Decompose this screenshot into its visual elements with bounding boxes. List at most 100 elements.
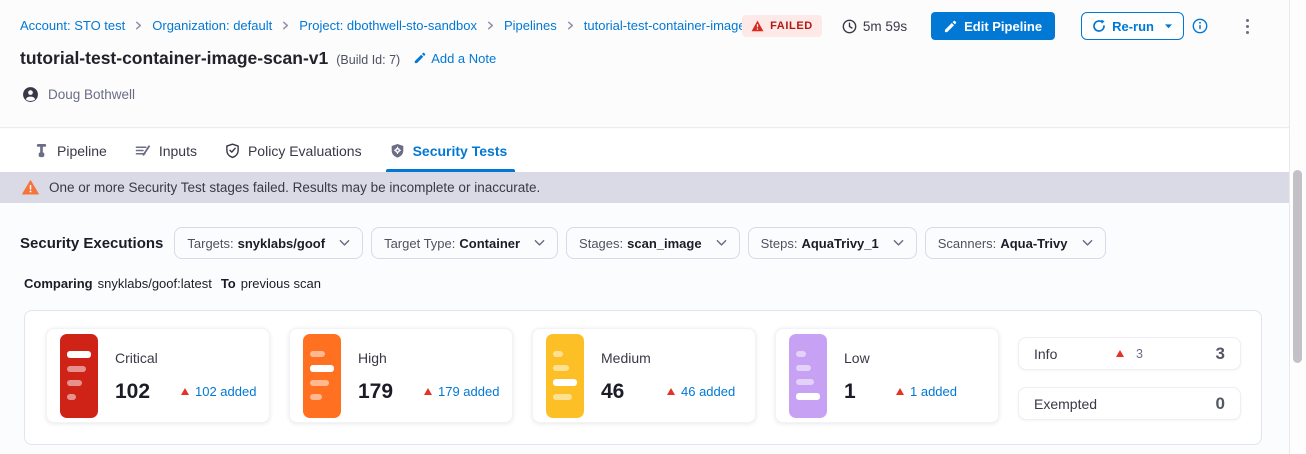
warning-banner: One or more Security Test stages failed.… <box>0 172 1289 203</box>
pipeline-icon <box>34 143 49 158</box>
scrollbar-thumb[interactable] <box>1293 170 1302 363</box>
more-options-button[interactable] <box>1240 15 1255 38</box>
header-actions: FAILED 5m 59s Edit Pipeline Re-run <box>742 12 1255 40</box>
tab-inputs[interactable]: Inputs <box>135 129 197 172</box>
breadcrumb-project[interactable]: Project: dbothwell-sto-sandbox <box>299 18 477 33</box>
filter-label: Targets: <box>187 236 233 251</box>
pencil-icon <box>414 52 426 64</box>
severity-delta: 102 added <box>181 384 256 399</box>
filter-scanners[interactable]: Scanners: Aqua-Trivy <box>925 227 1106 259</box>
security-tests-content: Security Executions Targets: snyklabs/go… <box>0 203 1289 454</box>
inputs-icon <box>135 143 151 158</box>
severity-card-low: Low 1 1 added <box>775 328 999 423</box>
warning-triangle-icon <box>22 180 39 195</box>
status-badge-label: FAILED <box>770 20 813 32</box>
triangle-up-icon <box>181 388 189 395</box>
duration: 5m 59s <box>842 19 907 34</box>
breadcrumb-organization[interactable]: Organization: default <box>152 18 272 33</box>
severity-label: High <box>358 350 499 366</box>
chevron-right-icon <box>281 21 290 30</box>
filter-value: snyklabs/goof <box>238 236 325 251</box>
exempted-count: 0 <box>1216 394 1225 414</box>
triangle-up-icon <box>667 388 675 395</box>
chevron-right-icon <box>134 21 143 30</box>
chevron-down-icon <box>893 239 904 247</box>
breadcrumb-pipelines[interactable]: Pipelines <box>504 18 557 33</box>
refresh-icon <box>1092 19 1106 33</box>
header: Account: STO test Organization: default … <box>0 0 1289 128</box>
author-name: Doug Bothwell <box>48 87 135 102</box>
comparing-baseline: previous scan <box>241 276 321 291</box>
chevron-down-icon <box>1082 239 1093 247</box>
rerun-button[interactable]: Re-run <box>1081 12 1184 40</box>
chevron-down-icon[interactable] <box>1164 23 1173 30</box>
add-note-label: Add a Note <box>431 51 496 66</box>
severity-count: 179 <box>358 380 402 404</box>
pipeline-execution-page: Account: STO test Organization: default … <box>0 0 1306 454</box>
title-row: tutorial-test-container-image-scan-v1 (B… <box>20 48 496 69</box>
tab-security-tests[interactable]: Security Tests <box>390 129 508 172</box>
info-card: Info 3 3 <box>1018 337 1241 370</box>
breadcrumb-account[interactable]: Account: STO test <box>20 18 125 33</box>
severity-label: Low <box>844 350 957 366</box>
tab-pipeline[interactable]: Pipeline <box>34 129 107 172</box>
filter-value: AquaTrivy_1 <box>801 236 878 251</box>
chevron-down-icon <box>716 239 727 247</box>
secondary-severity-column: Info 3 3 Exempted 0 <box>1018 328 1241 444</box>
edit-pipeline-button[interactable]: Edit Pipeline <box>931 12 1055 40</box>
filter-chips: Targets: snyklabs/goof Target Type: Cont… <box>174 227 1105 259</box>
add-note-button[interactable]: Add a Note <box>414 51 496 66</box>
security-executions-heading: Security Executions <box>20 235 163 252</box>
filter-value: scan_image <box>627 236 701 251</box>
filter-stages[interactable]: Stages: scan_image <box>566 227 740 259</box>
triangle-up-icon <box>1116 350 1124 357</box>
severity-count: 102 <box>115 380 159 404</box>
tab-label: Pipeline <box>57 143 107 159</box>
filter-value: Aqua-Trivy <box>1000 236 1067 251</box>
filter-label: Target Type: <box>384 236 455 251</box>
severity-delta-text: 46 added <box>681 384 735 399</box>
filter-targets[interactable]: Targets: snyklabs/goof <box>174 227 363 259</box>
severity-card-high: High 179 179 added <box>289 328 513 423</box>
low-severity-icon <box>789 334 827 418</box>
exempted-card: Exempted 0 <box>1018 387 1241 420</box>
info-delta-count: 3 <box>1136 347 1143 361</box>
filter-target-type[interactable]: Target Type: Container <box>371 227 558 259</box>
info-label: Info <box>1034 346 1057 362</box>
comparing-target: snyklabs/goof:latest <box>98 276 212 291</box>
chevron-down-icon <box>534 239 545 247</box>
severity-delta: 46 added <box>667 384 735 399</box>
tab-label: Policy Evaluations <box>248 143 362 159</box>
critical-severity-icon <box>60 334 98 418</box>
severity-card-critical: Critical 102 102 added <box>46 328 270 423</box>
comparing-label: Comparing <box>24 276 93 291</box>
exempted-label: Exempted <box>1034 396 1097 412</box>
filter-steps[interactable]: Steps: AquaTrivy_1 <box>748 227 917 259</box>
medium-severity-icon <box>546 334 584 418</box>
tab-label: Inputs <box>159 143 197 159</box>
tab-bar: Pipeline Inputs Policy Evaluations Secur… <box>0 129 1289 172</box>
severity-delta-text: 179 added <box>438 384 499 399</box>
comparing-to-label: To <box>221 276 236 291</box>
high-severity-icon <box>303 334 341 418</box>
severity-delta-text: 1 added <box>910 384 957 399</box>
chevron-down-icon <box>339 239 350 247</box>
user-avatar-icon <box>22 86 39 103</box>
rerun-label: Re-run <box>1112 19 1154 34</box>
triangle-up-icon <box>424 388 432 395</box>
shield-gear-icon <box>390 143 405 159</box>
scrollbar-track <box>1289 0 1306 454</box>
security-executions-row: Security Executions Targets: snyklabs/go… <box>20 227 1289 259</box>
warning-banner-message: One or more Security Test stages failed.… <box>49 180 540 195</box>
tab-policy-evaluations[interactable]: Policy Evaluations <box>225 129 362 172</box>
edit-pipeline-label: Edit Pipeline <box>964 19 1042 34</box>
status-badge: FAILED <box>742 15 822 37</box>
duration-value: 5m 59s <box>863 19 907 34</box>
pencil-icon <box>944 20 957 33</box>
info-circle-icon[interactable] <box>1192 18 1208 34</box>
severity-card-medium: Medium 46 46 added <box>532 328 756 423</box>
chevron-right-icon <box>486 21 495 30</box>
filter-label: Scanners: <box>938 236 997 251</box>
severity-delta-text: 102 added <box>195 384 256 399</box>
filter-value: Container <box>459 236 520 251</box>
